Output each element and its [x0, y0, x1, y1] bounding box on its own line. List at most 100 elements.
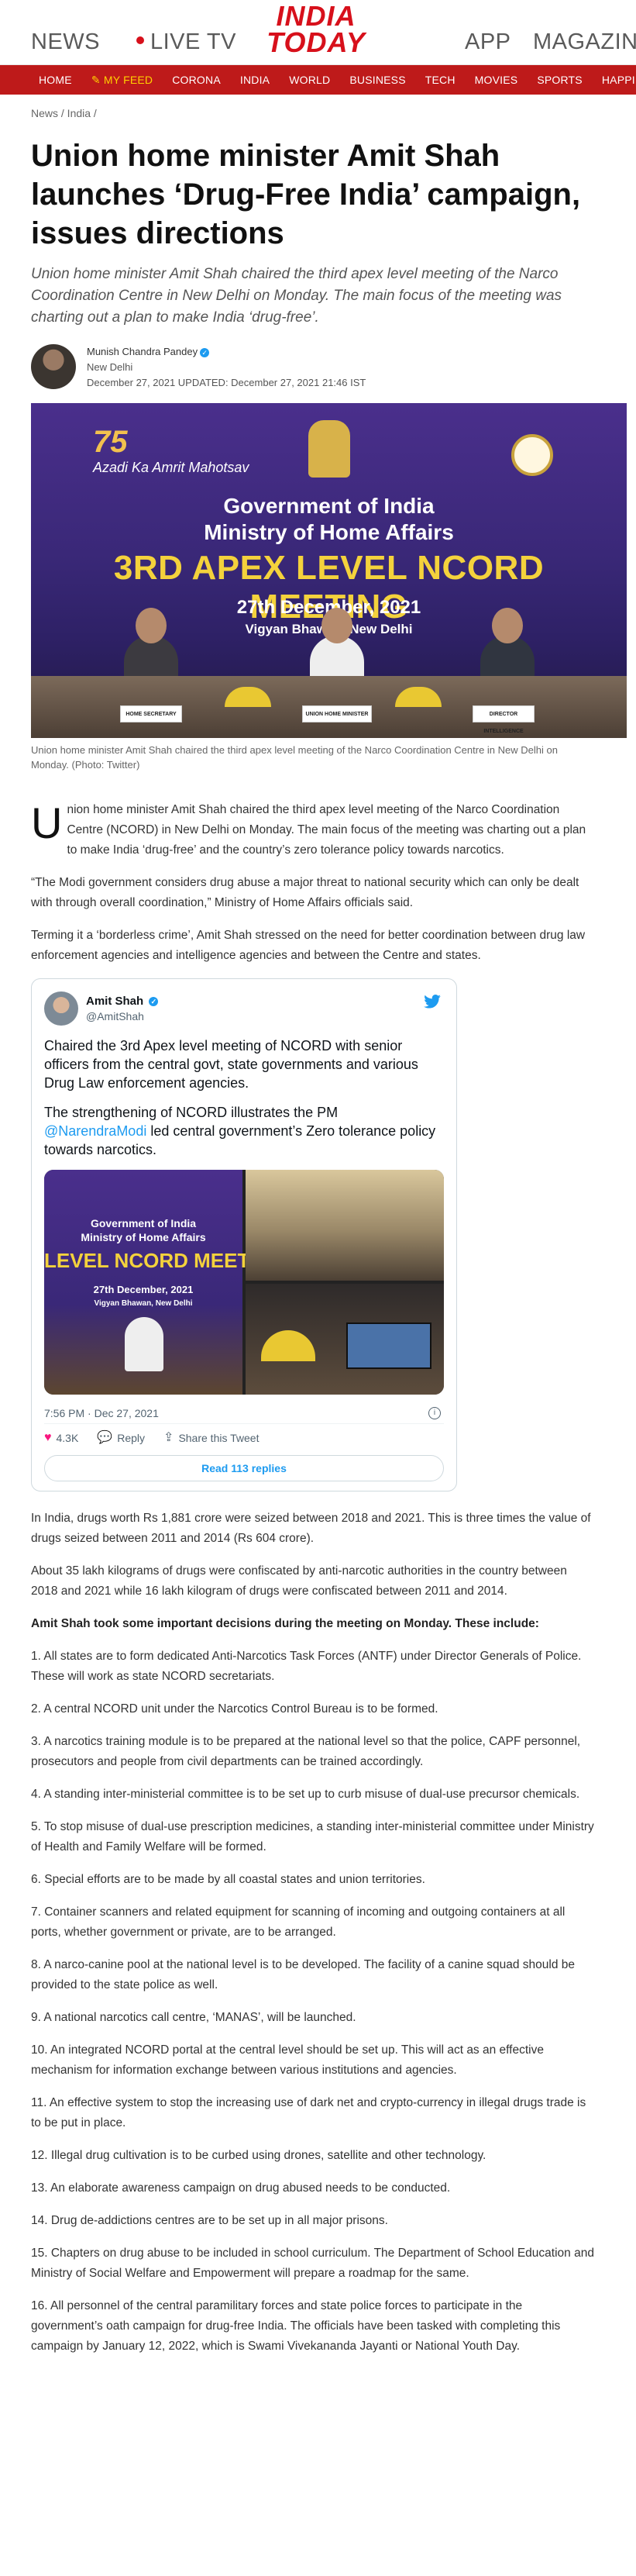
share-button[interactable]: ⇪ Share this Tweet [163, 1428, 259, 1448]
section-nav-movies[interactable]: MOVIES [475, 74, 518, 86]
tweet-meta: 7:56 PM · Dec 27, 2021 i [44, 1402, 444, 1424]
article-paragraph: “The Modi government considers drug abus… [31, 876, 579, 909]
site-header: NEWS LIVE TV INDIA TODAY APP MAGAZINE [0, 0, 636, 65]
tweet-media-grid[interactable]: Government of India Ministry of Home Affa… [44, 1170, 444, 1395]
nav-app-link[interactable]: APP [465, 29, 511, 55]
share-label: Share this Tweet [178, 1432, 260, 1444]
tweet-photo-person [125, 1317, 163, 1371]
decision-item: 7. Container scanners and related equipm… [31, 1905, 566, 1939]
reply-icon: 💬 [97, 1431, 113, 1444]
section-nav-tech[interactable]: TECH [425, 74, 456, 86]
tweet-photo-3[interactable] [246, 1284, 444, 1395]
decision-item: 9. A national narcotics call centre, ‘MA… [31, 2011, 356, 2024]
tweet-photo-1[interactable]: Government of India Ministry of Home Affa… [44, 1170, 256, 1395]
pencil-icon: ✎ [91, 73, 104, 86]
tweet-text-before: The strengthening of NCORD illustrates t… [44, 1105, 339, 1120]
author-name[interactable]: Munish Chandra Pandey [87, 346, 198, 357]
decision-item: 12. Illegal drug cultivation is to be cu… [31, 2149, 486, 2162]
info-icon[interactable]: i [428, 1407, 441, 1419]
nav-live-tv-link[interactable]: LIVE TV [136, 29, 236, 55]
read-replies-button[interactable]: Read 113 replies [44, 1455, 444, 1481]
article-paragraph: About 35 lakh kilograms of drugs were co… [31, 1564, 567, 1598]
person-right-head [492, 608, 523, 643]
decision-item: 5. To stop misuse of dual-use prescripti… [31, 1820, 594, 1854]
decision-item: 14. Drug de-addictions centres are to be… [31, 2214, 388, 2227]
tweet-timestamp[interactable]: 7:56 PM · Dec 27, 2021 [44, 1407, 159, 1419]
tweet-text-line2: The strengthening of NCORD illustrates t… [44, 1103, 444, 1159]
decision-item: 6. Special efforts are to be made by all… [31, 1873, 425, 1886]
decision-item: 13. An elaborate awareness campaign on d… [31, 2181, 451, 2195]
article-paragraph: Union home minister Amit Shah chaired th… [31, 800, 596, 860]
nav-magazine-link[interactable]: MAGAZINE [533, 29, 636, 55]
live-dot-icon [136, 36, 144, 45]
reply-label: Reply [117, 1432, 146, 1444]
name-plate: DIRECTOR INTELLIGENCE BUREAU [473, 705, 535, 734]
section-nav-home[interactable]: HOME [39, 74, 72, 86]
section-nav-world[interactable]: WORLD [289, 74, 330, 86]
article-body: Union home minister Amit Shah chaired th… [0, 781, 620, 2357]
twitter-bird-icon[interactable] [424, 995, 441, 1009]
section-nav-happiness-quest[interactable]: HAPPINESS QUEST [602, 74, 636, 86]
decision-item: 2. A central NCORD unit under the Narcot… [31, 1702, 438, 1716]
decision-item: 16. All personnel of the central paramil… [31, 2299, 561, 2353]
tweet-photo-gov: Government of India Ministry of Home Affa… [44, 1216, 242, 1244]
tweet-author-name[interactable]: Amit Shah ✓ [86, 994, 159, 1009]
article-dateline: December 27, 2021 UPDATED: December 27, … [87, 377, 366, 388]
section-nav: HOME ✎ MY FEED CORONA INDIA WORLD BUSINE… [0, 65, 636, 95]
nav-news-link[interactable]: NEWS [31, 29, 100, 55]
byline: Munish Chandra Pandey ✓ New Delhi Decembe… [0, 329, 636, 397]
decisions-intro: Amit Shah took some important decisions … [31, 1617, 539, 1630]
article-paragraph: Terming it a ‘borderless crime’, Amit Sh… [31, 929, 586, 962]
tweet-header: Amit Shah ✓ @AmitShah [44, 990, 444, 1027]
section-nav-sports[interactable]: SPORTS [537, 74, 583, 86]
tweet-text: Chaired the 3rd Apex level meeting of NC… [44, 1036, 444, 1159]
section-nav-corona[interactable]: CORONA [172, 74, 221, 86]
tweet-avatar[interactable] [44, 991, 78, 1026]
author-avatar[interactable] [31, 344, 76, 389]
hero-gov-line2: Ministry of Home Affairs [204, 520, 454, 544]
section-nav-business[interactable]: BUSINESS [349, 74, 405, 86]
hero-caption: Union home minister Amit Shah chaired th… [31, 744, 558, 771]
breadcrumb[interactable]: News / India / [0, 95, 636, 126]
tweet-photo-gov1: Government of India [90, 1217, 197, 1229]
tweet-photo-gov2: Ministry of Home Affairs [81, 1231, 206, 1243]
tweet-text-line1: Chaired the 3rd Apex level meeting of NC… [44, 1038, 418, 1091]
tweet-handle[interactable]: @AmitShah [86, 1009, 158, 1023]
my-feed-label: MY FEED [103, 73, 153, 86]
drop-cap: U [31, 798, 63, 847]
amrit-75: 75 [93, 425, 128, 459]
reply-button[interactable]: 💬 Reply [97, 1428, 145, 1448]
hero-gov-line1: Government of India [223, 494, 435, 518]
video-screen [346, 1322, 431, 1369]
article-headline: Union home minister Amit Shah launches ‘… [31, 139, 581, 250]
like-count: 4.3K [56, 1432, 79, 1444]
article-paragraph: In India, drugs worth Rs 1,881 crore wer… [31, 1512, 591, 1545]
decision-item: 15. Chapters on drug abuse to be include… [31, 2247, 594, 2280]
section-nav-india[interactable]: INDIA [240, 74, 270, 86]
nav-live-tv-label: LIVE TV [150, 29, 236, 54]
paragraph-text: nion home minister Amit Shah chaired the… [67, 803, 586, 857]
decision-item: 11. An effective system to stop the incr… [31, 2096, 586, 2129]
person-center-head [321, 608, 352, 643]
name-plate: HOME SECRETARY [120, 705, 182, 722]
embedded-tweet[interactable]: Amit Shah ✓ @AmitShah Chaired the 3rd Ap… [31, 978, 457, 1491]
tweet-actions: ♥ 4.3K 💬 Reply ⇪ Share this Tweet [44, 1424, 444, 1452]
national-emblem-icon [308, 420, 350, 478]
verified-icon: ✓ [149, 997, 159, 1007]
byline-text: Munish Chandra Pandey ✓ New Delhi Decembe… [87, 344, 366, 397]
like-button[interactable]: ♥ 4.3K [44, 1428, 78, 1448]
hero-government-heading: Government of India Ministry of Home Aff… [31, 493, 627, 546]
section-nav-my-feed[interactable]: ✎ MY FEED [91, 74, 153, 87]
decision-item: 4. A standing inter-ministerial committe… [31, 1788, 580, 1801]
tweet-photo-2[interactable] [246, 1170, 444, 1281]
article-standfirst: Union home minister Amit Shah chaired th… [31, 266, 562, 326]
decision-item: 8. A narco-canine pool at the national l… [31, 1958, 576, 1991]
tweet-mention-link[interactable]: @NarendraModi [44, 1123, 146, 1139]
person-left-head [136, 608, 167, 643]
ncb-seal-icon [511, 434, 553, 476]
share-icon: ⇪ [163, 1431, 174, 1444]
tweet-name-text: Amit Shah [86, 995, 144, 1008]
india-today-logo[interactable]: INDIA TODAY [257, 2, 375, 57]
tweet-photo-title: LEVEL NCORD MEETI [44, 1249, 256, 1272]
tweet-photo-venue: Vigyan Bhawan, New Delhi [94, 1299, 193, 1308]
